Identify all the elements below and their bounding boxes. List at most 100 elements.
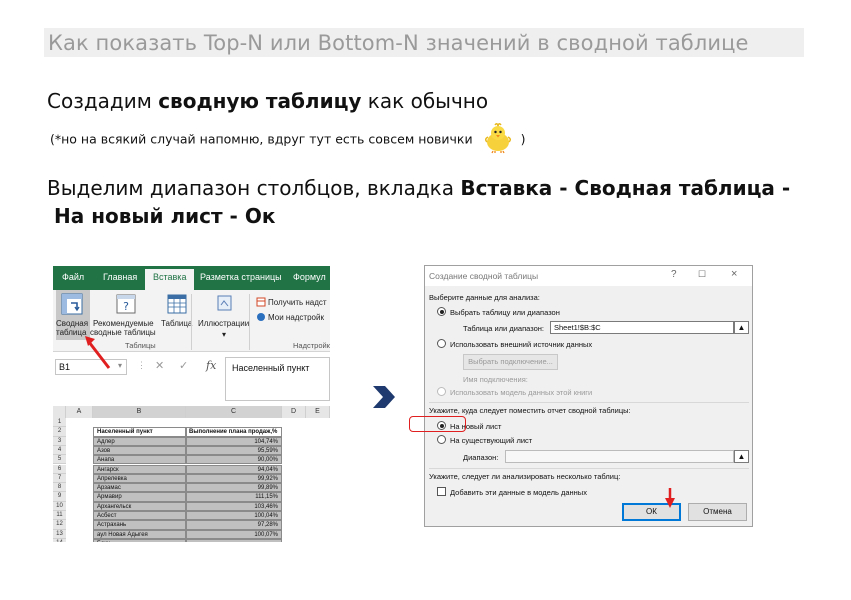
chick-icon <box>481 122 515 154</box>
group-tables-label: Таблицы <box>125 341 156 350</box>
row-header[interactable]: 14 <box>53 538 66 542</box>
table-cell-city[interactable]: Апрелевка <box>93 473 186 484</box>
table-cell-value[interactable]: 100,07% <box>186 529 282 539</box>
instruction-line-1: Создадим сводную таблицу как обычно <box>47 89 488 113</box>
table-cell-value[interactable]: 111,15% <box>186 492 282 502</box>
col-header-e[interactable]: E <box>306 406 330 418</box>
line4-sep: - <box>222 204 245 228</box>
pivot-label-1: Сводная <box>56 319 89 328</box>
table-cell-city[interactable]: Азов <box>93 445 186 456</box>
table-cell-value[interactable]: 104,74% <box>186 436 282 446</box>
table-cell-value[interactable]: 99,89% <box>186 483 282 493</box>
row-header[interactable]: 10 <box>53 501 66 511</box>
instruction-line-4: На новый лист - Ок <box>54 204 275 228</box>
table-cell-city[interactable]: Анапа <box>93 455 186 465</box>
opt-select-table-label[interactable]: Выбрать таблицу или диапазон <box>450 308 560 317</box>
row-header[interactable]: 6 <box>53 464 66 474</box>
table-cell-value[interactable]: 94,04% <box>186 464 282 474</box>
col-header-c[interactable]: C <box>186 406 282 418</box>
enter-check-icon[interactable]: ✓ <box>179 359 188 372</box>
table-cell-value[interactable]: 90,00% <box>186 455 282 465</box>
add-to-model-label[interactable]: Добавить эти данные в модель данных <box>450 488 587 497</box>
row-header[interactable]: 13 <box>53 529 66 539</box>
row-header[interactable]: 7 <box>53 473 66 484</box>
tab-home[interactable]: Главная <box>103 272 137 282</box>
my-addins-label[interactable]: Мои надстройк <box>268 313 324 322</box>
radio-existing-sheet[interactable] <box>437 435 446 444</box>
slide-title: Как показать Top-N или Bottom-N значений… <box>48 31 749 55</box>
row-header[interactable]: 12 <box>53 520 66 530</box>
table-cell-city[interactable]: Арзамас <box>93 483 186 493</box>
table-cell-city[interactable]: Армавир <box>93 492 186 502</box>
line2-post: ) <box>520 131 526 147</box>
range-picker-icon[interactable]: ▲ <box>734 321 749 334</box>
table-label[interactable]: Таблица <box>161 319 192 328</box>
separator-2 <box>429 468 749 469</box>
select-all-corner[interactable] <box>53 406 66 418</box>
row-header[interactable]: 5 <box>53 455 66 465</box>
line4-bold-ok: Ок <box>244 204 276 228</box>
chevron-down-icon: ▾ <box>222 330 227 339</box>
line3-sep1: - <box>552 176 575 200</box>
tab-file[interactable]: Файл <box>62 272 84 282</box>
table-cell-value[interactable]: 99,92% <box>186 473 282 484</box>
row-header[interactable]: 1 <box>53 418 66 428</box>
cancel-x-icon[interactable]: ✕ <box>155 359 164 372</box>
help-icon[interactable]: ? <box>671 269 677 280</box>
col-header-a[interactable]: A <box>66 406 93 418</box>
table-cell-value[interactable]: 97,28% <box>186 520 282 530</box>
illustrations-icon <box>217 295 232 311</box>
tab-formulas[interactable]: Формул <box>293 272 326 282</box>
col-header-d[interactable]: D <box>282 406 306 418</box>
table-cell-city[interactable]: Адлер <box>93 436 186 446</box>
range-picker-icon-2[interactable]: ▲ <box>734 450 749 463</box>
get-addins-label[interactable]: Получить надст <box>268 298 327 307</box>
line3-bold-pivot: Сводная таблица <box>574 176 775 200</box>
table-cell-value[interactable]: 103,46% <box>186 501 282 511</box>
line3-pre: Выделим диапазон столбцов, вкладка <box>47 176 461 200</box>
line1-post: как обычно <box>361 89 489 113</box>
close-icon[interactable]: × <box>731 268 737 280</box>
row-header[interactable]: 2 <box>53 427 66 437</box>
opt-datamodel-label[interactable]: Использовать модель данных этой книги <box>450 388 592 397</box>
opt-external-label[interactable]: Использовать внешний источник данных <box>450 340 592 349</box>
row-header[interactable]: 9 <box>53 492 66 502</box>
tab-insert[interactable]: Вставка <box>145 269 195 290</box>
header-cell-b[interactable]: Населенный пункт <box>93 427 186 437</box>
name-box-chevron-icon: ▾ <box>118 361 123 370</box>
radio-select-table[interactable] <box>437 307 446 316</box>
illustrations-label[interactable]: Иллюстрации <box>198 319 249 328</box>
range-input[interactable] <box>505 450 734 463</box>
table-cell-city[interactable]: аул Новая Адыгея <box>93 529 186 539</box>
cancel-button[interactable]: Отмена <box>688 503 747 521</box>
fx-icon[interactable]: fx <box>206 359 216 372</box>
line3-sep2: - <box>774 176 791 200</box>
maximize-icon[interactable]: ☐ <box>698 269 706 280</box>
table-cell-value[interactable]: - <box>186 538 282 542</box>
row-header[interactable]: 8 <box>53 483 66 493</box>
table-cell-city[interactable]: Архангельск <box>93 501 186 511</box>
table-cell-value[interactable]: 100,04% <box>186 511 282 521</box>
recommended-pivot-label-1[interactable]: Рекомендуемые <box>93 319 154 328</box>
place-report-label: Укажите, куда следует поместить отчет св… <box>429 406 631 415</box>
table-cell-value[interactable]: 95,59% <box>186 445 282 456</box>
choose-connection-button[interactable]: Выбрать подключение... <box>463 354 558 370</box>
table-range-input[interactable]: Sheet1!$B:$C <box>550 321 734 334</box>
add-to-model-checkbox[interactable] <box>437 487 446 496</box>
radio-external-source[interactable] <box>437 339 446 348</box>
tab-page-layout[interactable]: Разметка страницы <box>200 272 282 282</box>
opt-existing-label[interactable]: На существующий лист <box>450 436 532 445</box>
store-icon <box>256 297 266 307</box>
table-cell-city[interactable]: Ангарск <box>93 464 186 474</box>
radio-data-model[interactable] <box>437 387 446 396</box>
header-cell-c[interactable]: Выполнение плана продаж,% <box>186 427 282 437</box>
table-cell-city[interactable]: Астрахань <box>93 520 186 530</box>
row-header[interactable]: 4 <box>53 445 66 456</box>
table-cell-city[interactable]: Баку <box>93 538 186 542</box>
row-header[interactable]: 3 <box>53 436 66 446</box>
table-cell-city[interactable]: Асбест <box>93 511 186 521</box>
line2-pre: (*но на всякий случай напомню, вдруг тут… <box>50 131 473 147</box>
row-header[interactable]: 11 <box>53 511 66 521</box>
formula-input[interactable]: Населенный пункт <box>225 357 330 401</box>
col-header-b[interactable]: B <box>93 406 186 418</box>
